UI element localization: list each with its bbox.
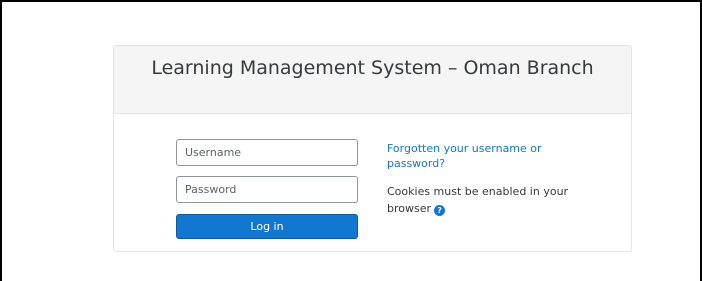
login-button[interactable]: Log in: [176, 214, 358, 239]
login-card: Learning Management System – Oman Branch…: [113, 45, 632, 252]
password-input[interactable]: [176, 176, 358, 203]
cookies-notice: Cookies must be enabled in your browser?: [387, 183, 587, 217]
page-frame: Learning Management System – Oman Branch…: [0, 0, 702, 281]
page-title: Learning Management System – Oman Branch: [151, 57, 594, 79]
question-circle-icon[interactable]: ?: [434, 205, 446, 216]
username-input[interactable]: [176, 139, 358, 166]
login-card-header: Learning Management System – Oman Branch: [114, 46, 631, 114]
cookies-notice-text: Cookies must be enabled in your browser: [387, 185, 569, 215]
forgot-credentials-link[interactable]: Forgotten your username or password?: [387, 141, 587, 171]
